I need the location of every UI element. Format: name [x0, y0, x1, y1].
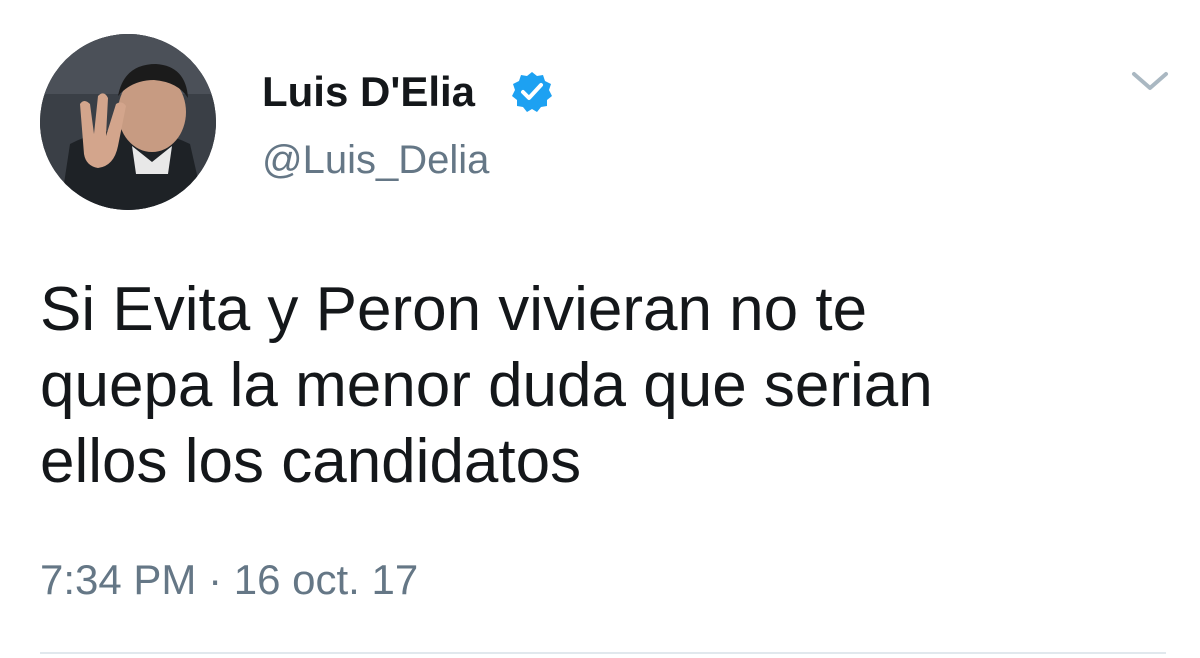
tweet-text-line: Si Evita y Peron vivieran no te — [40, 275, 868, 344]
tweet-text-line: ellos los candidatos — [40, 427, 582, 496]
tweet-card: Luis D'Elia @Luis_Delia Si Evita y Peron… — [0, 0, 1200, 658]
tweet-text-line: quepa la menor duda que serian — [40, 351, 933, 420]
divider — [40, 652, 1166, 654]
tweet-text: Si Evita y Peron vivieran no te quepa la… — [40, 272, 1150, 500]
author-handle[interactable]: @Luis_Delia — [262, 138, 489, 182]
author-display-name[interactable]: Luis D'Elia — [262, 70, 475, 114]
tweet-timestamp[interactable]: 7:34 PM · 16 oct. 17 — [40, 556, 418, 604]
profile-photo-icon — [40, 34, 216, 210]
tweet-time: 7:34 PM — [40, 556, 197, 603]
chevron-down-icon[interactable] — [1128, 64, 1172, 100]
avatar[interactable] — [40, 34, 216, 210]
tweet-date: 16 oct. 17 — [233, 556, 419, 603]
timestamp-separator: · — [208, 556, 223, 603]
verified-badge-icon — [510, 70, 554, 114]
